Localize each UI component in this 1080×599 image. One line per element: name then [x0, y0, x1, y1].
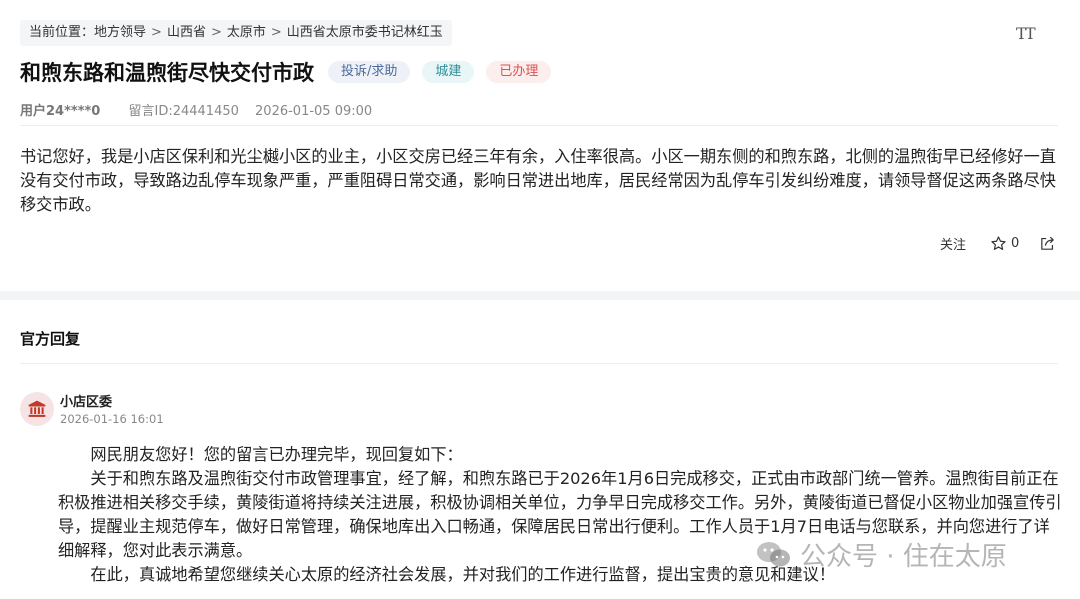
- post-content: 书记您好，我是小店区保利和光尘樾小区的业主，小区交房已经三年有余，入住率很高。小…: [20, 147, 1056, 214]
- tag-category: 投诉/求助: [328, 61, 411, 83]
- government-building-icon: [28, 400, 46, 417]
- breadcrumb: 当前位置：地方领导 > 山西省 > 太原市 > 山西省太原市委书记林红玉: [20, 20, 452, 46]
- watermark: 公众号 · 住在太原: [756, 536, 1007, 573]
- breadcrumb-separator: >: [270, 25, 282, 40]
- breadcrumb-item-leaders[interactable]: 地方领导: [94, 25, 146, 40]
- post-meta: 用户24****0 留言ID:24441450 2026-01-05 09:00: [20, 100, 372, 119]
- message-id: 留言ID:24441450: [128, 104, 239, 119]
- reply-paragraph: 网民朋友您好！您的留言已办理完毕，现回复如下：: [90, 445, 463, 464]
- font-size-toggle-icon[interactable]: TT: [1016, 24, 1036, 43]
- watermark-text: 公众号 · 住在太原: [800, 542, 1007, 572]
- divider: [20, 125, 1058, 126]
- post-user: 用户24****0: [20, 104, 101, 119]
- wechat-icon: [757, 541, 790, 566]
- tag-domain: 城建: [422, 61, 475, 83]
- reply-section-title: 官方回复: [20, 330, 81, 348]
- breadcrumb-separator: >: [151, 25, 162, 40]
- reply-time: 2026-01-16 16:01: [60, 412, 164, 426]
- breadcrumb-item-province[interactable]: 山西省: [167, 25, 206, 40]
- page-title: 和煦东路和温煦街尽快交付市政: [20, 61, 314, 85]
- like-count: 0: [1011, 236, 1020, 251]
- avatar: [20, 392, 54, 426]
- divider: [20, 363, 1058, 364]
- breadcrumb-item-leader[interactable]: 山西省太原市委书记林红玉: [287, 25, 443, 40]
- post-date: 2026-01-05 09:00: [255, 104, 373, 119]
- reply-org: 小店区委: [60, 395, 113, 410]
- post-actions: 关注 0: [940, 234, 1056, 253]
- like-button[interactable]: 0: [990, 235, 1019, 252]
- breadcrumb-separator: >: [210, 25, 222, 40]
- breadcrumb-item-city[interactable]: 太原市: [227, 25, 266, 40]
- follow-button[interactable]: 关注: [940, 234, 966, 253]
- star-icon: [991, 236, 1006, 250]
- status-badge: 已办理: [486, 61, 552, 83]
- breadcrumb-prefix: 当前位置：: [29, 25, 95, 40]
- title-row: 和煦东路和温煦街尽快交付市政 投诉/求助 城建 已办理: [20, 56, 552, 88]
- section-separator: [0, 291, 1080, 300]
- share-icon[interactable]: [1039, 235, 1056, 252]
